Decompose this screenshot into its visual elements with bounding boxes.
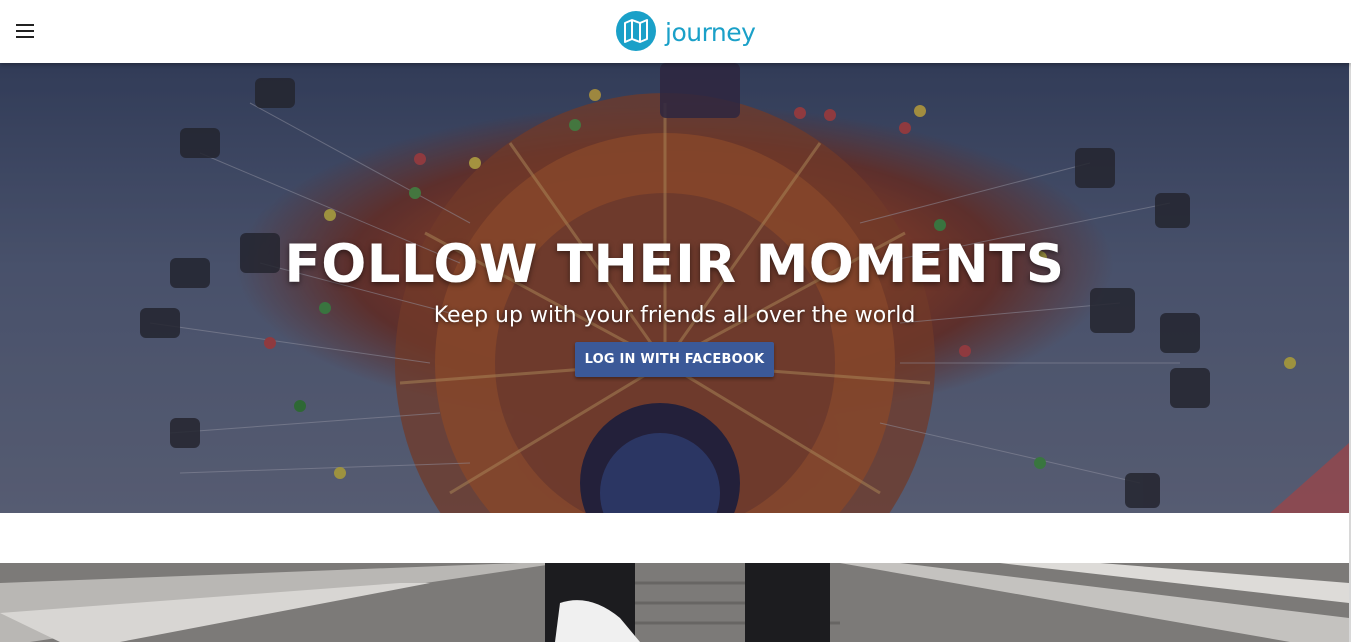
menu-line xyxy=(16,36,34,38)
hamburger-menu-icon[interactable] xyxy=(12,18,40,44)
section-spacer xyxy=(0,513,1351,563)
railway-tracks-image xyxy=(0,563,1349,642)
menu-line xyxy=(16,24,34,26)
brand-logo[interactable]: journey xyxy=(615,10,756,52)
menu-line xyxy=(16,30,34,32)
hero-content: FOLLOW THEIR MOMENTS Keep up with your f… xyxy=(0,231,1349,377)
railway-tracks-photo xyxy=(0,563,1349,642)
top-app-bar: journey xyxy=(0,0,1351,63)
hero-subtitle: Keep up with your friends all over the w… xyxy=(433,303,916,328)
hero-title: FOLLOW THEIR MOMENTS xyxy=(284,234,1065,295)
folded-map-icon xyxy=(616,11,656,51)
facebook-login-button[interactable]: LOG IN WITH FACEBOOK xyxy=(574,342,775,377)
hero-banner: FOLLOW THEIR MOMENTS Keep up with your f… xyxy=(0,63,1349,513)
brand-name: journey xyxy=(665,17,756,47)
